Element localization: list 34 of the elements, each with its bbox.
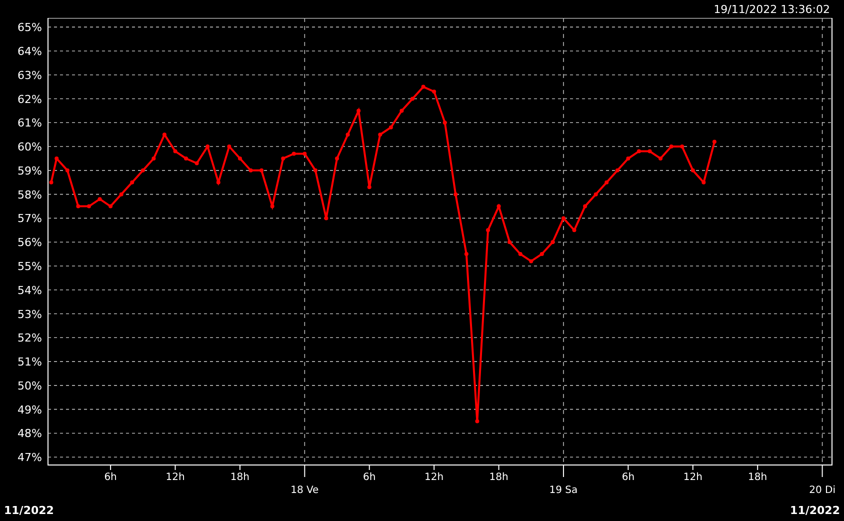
timestamp: 19/11/2022 13:36:02 — [714, 2, 830, 16]
y-tick-label: 54% — [18, 284, 42, 297]
y-tick-label: 47% — [18, 451, 42, 464]
day-label: 18 Ve — [290, 485, 319, 496]
x-tick-label: 18h — [489, 472, 508, 483]
x-tick-label: 6h — [104, 472, 117, 483]
y-tick-label: 51% — [18, 356, 42, 369]
y-tick-label: 60% — [18, 140, 42, 154]
y-tick-label: 61% — [18, 116, 42, 130]
x-tick-label: 18h — [230, 472, 250, 483]
y-tick-label: 49% — [18, 403, 42, 416]
y-tick-label: 55% — [18, 260, 42, 273]
y-tick-label: 58% — [18, 188, 42, 202]
day-label: 19 Sa — [549, 485, 578, 496]
y-tick-label: 57% — [18, 212, 42, 226]
date-label: 11/2022 — [790, 504, 840, 517]
x-tick-label: 12h — [166, 472, 185, 483]
date-label: 11/2022 — [4, 504, 54, 517]
y-tick-label: 56% — [18, 236, 42, 250]
x-tick-label: 12h — [683, 472, 702, 483]
y-tick-label: 64% — [18, 44, 42, 58]
x-tick-label: 18h — [748, 472, 768, 483]
day-label: 20 Di — [809, 485, 836, 496]
x-tick-label: 6h — [363, 472, 376, 483]
y-tick-label: 63% — [18, 68, 42, 82]
y-tick-label: 62% — [18, 92, 42, 106]
y-tick-label: 53% — [18, 308, 42, 321]
y-tick-label: 48% — [18, 427, 42, 440]
y-tick-label: 52% — [18, 332, 42, 345]
y-tick-label: 65% — [18, 21, 42, 34]
x-tick-label: 12h — [424, 472, 444, 483]
y-tick-label: 50% — [18, 379, 42, 392]
x-tick-label: 6h — [622, 472, 635, 483]
y-tick-label: 59% — [18, 164, 42, 178]
